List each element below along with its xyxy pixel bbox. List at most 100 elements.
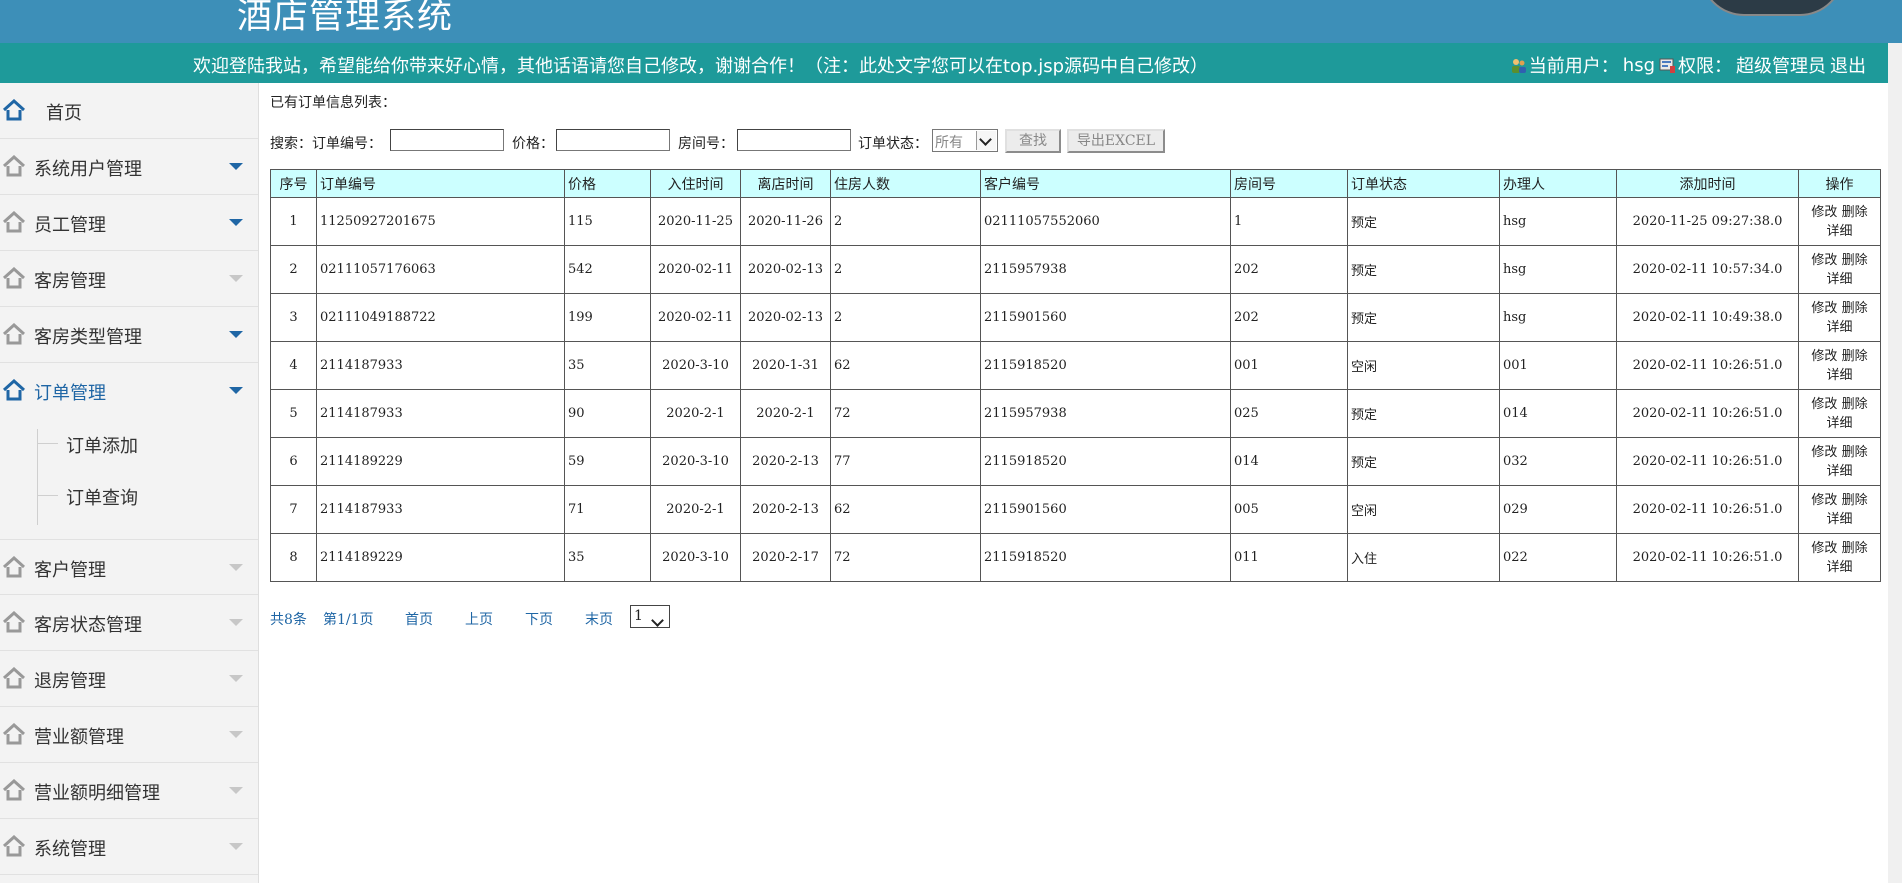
- cell-room-no: 005: [1230, 485, 1348, 534]
- col-header-guests: 住房人数: [830, 169, 981, 198]
- cell-customer-no: 2115957938: [980, 245, 1231, 294]
- col-header-index: 序号: [270, 169, 317, 198]
- sidebar-item-orders[interactable]: 订单管理: [0, 363, 258, 419]
- export-excel-button[interactable]: 导出EXCEL: [1067, 129, 1165, 153]
- find-button[interactable]: 查找: [1005, 129, 1061, 153]
- delete-link[interactable]: 删除: [1842, 541, 1868, 556]
- cell-index: 6: [270, 437, 317, 486]
- sidebar-item-label: 系统用户管理: [34, 159, 142, 180]
- edit-link[interactable]: 修改: [1811, 205, 1837, 220]
- pager-total: 共8条: [270, 612, 307, 628]
- edit-link[interactable]: 修改: [1811, 397, 1837, 412]
- detail-link[interactable]: 详细: [1826, 224, 1852, 239]
- submenu-item-order-query[interactable]: 订单查询: [38, 475, 258, 515]
- list-title: 已有订单信息列表：: [270, 95, 396, 111]
- sidebar-item-room-status[interactable]: 客房状态管理: [0, 595, 258, 651]
- pager-page-info: 第1/1页: [323, 612, 374, 628]
- logout-link[interactable]: 退出: [1830, 52, 1866, 78]
- table-row: 6 2114189229 59 2020-3-10 2020-2-13 77 2115918…: [270, 437, 1881, 486]
- detail-link[interactable]: 详细: [1826, 464, 1852, 479]
- edit-link[interactable]: 修改: [1811, 253, 1837, 268]
- sidebar-item-revenue[interactable]: 营业额管理: [0, 707, 258, 763]
- cell-room-no: 014: [1230, 437, 1348, 486]
- home-icon: [2, 835, 26, 857]
- detail-link[interactable]: 详细: [1826, 560, 1852, 575]
- edit-link[interactable]: 修改: [1811, 349, 1837, 364]
- cell-price: 35: [564, 341, 651, 390]
- search-order-no-label: 搜索：订单编号：: [270, 136, 382, 152]
- sidebar-item-customers[interactable]: 客户管理: [0, 539, 258, 595]
- pager-last-link[interactable]: 末页: [585, 609, 613, 629]
- page-select-value: 1: [634, 608, 643, 624]
- edit-link[interactable]: 修改: [1811, 301, 1837, 316]
- sidebar-item-label: 客房类型管理: [34, 327, 142, 348]
- delete-link[interactable]: 删除: [1842, 349, 1868, 364]
- cell-index: 2: [270, 245, 317, 294]
- chevron-down-icon: [229, 387, 243, 394]
- sidebar-item-label: 首页: [46, 103, 82, 124]
- cell-checkin: 2020-11-25: [650, 197, 741, 246]
- cell-added-time: 2020-02-11 10:49:38.0: [1616, 293, 1799, 342]
- col-header-customer-no: 客户编号: [980, 169, 1231, 198]
- detail-link[interactable]: 详细: [1826, 512, 1852, 527]
- price-label: 价格：: [512, 136, 554, 152]
- cell-price: 90: [564, 389, 651, 438]
- app-title: 酒店管理系统: [237, 0, 454, 37]
- detail-link[interactable]: 详细: [1826, 272, 1852, 287]
- cell-status: 预定: [1347, 389, 1500, 438]
- cell-price: 35: [564, 533, 651, 582]
- pager-next-link[interactable]: 下页: [525, 609, 553, 629]
- cell-checkout: 2020-1-31: [740, 341, 831, 390]
- scrollbar-gutter: [1888, 43, 1902, 883]
- order-status-select[interactable]: 所有: [932, 129, 998, 152]
- delete-link[interactable]: 删除: [1842, 205, 1868, 220]
- order-no-input[interactable]: [390, 129, 504, 151]
- home-icon: [2, 611, 26, 633]
- orders-table: 序号 订单编号 价格 入住时间 离店时间 住房人数 客户编号 房间号 订单状态 …: [270, 169, 1881, 582]
- edit-link[interactable]: 修改: [1811, 493, 1837, 508]
- cell-actions: 修改 删除详细: [1798, 485, 1881, 534]
- sidebar: 首页 系统用户管理 员工管理 客房管理 客房类型管理 订单管理 订单添加 订单查…: [0, 83, 259, 883]
- cell-customer-no: 2115918520: [980, 341, 1231, 390]
- cell-guests: 62: [830, 485, 981, 534]
- cell-order-no: 2114187933: [316, 389, 565, 438]
- current-user-label: 当前用户：: [1528, 56, 1619, 77]
- delete-link[interactable]: 删除: [1842, 493, 1868, 508]
- cell-added-time: 2020-11-25 09:27:38.0: [1616, 197, 1799, 246]
- cell-checkin: 2020-2-1: [650, 485, 741, 534]
- sidebar-item-system[interactable]: 系统管理: [0, 819, 258, 875]
- detail-link[interactable]: 详细: [1826, 368, 1852, 383]
- sidebar-item-home[interactable]: 首页: [0, 83, 258, 139]
- cell-customer-no: 2115957938: [980, 389, 1231, 438]
- pager-first-link[interactable]: 首页: [405, 609, 433, 629]
- detail-link[interactable]: 详细: [1826, 320, 1852, 335]
- delete-link[interactable]: 删除: [1842, 253, 1868, 268]
- price-input[interactable]: [556, 129, 670, 151]
- detail-link[interactable]: 详细: [1826, 416, 1852, 431]
- room-no-input[interactable]: [737, 129, 851, 151]
- cell-handler: hsg: [1499, 197, 1617, 246]
- cell-room-no: 202: [1230, 293, 1348, 342]
- cell-status: 预定: [1347, 245, 1500, 294]
- edit-link[interactable]: 修改: [1811, 445, 1837, 460]
- col-header-handler: 办理人: [1499, 169, 1617, 198]
- sidebar-item-checkout[interactable]: 退房管理: [0, 651, 258, 707]
- cell-guests: 2: [830, 197, 981, 246]
- cell-handler: 001: [1499, 341, 1617, 390]
- sidebar-item-employees[interactable]: 员工管理: [0, 195, 258, 251]
- sidebar-item-revenue-detail[interactable]: 营业额明细管理: [0, 763, 258, 819]
- delete-link[interactable]: 删除: [1842, 397, 1868, 412]
- page-select[interactable]: 1: [630, 605, 670, 628]
- chevron-down-icon: [229, 675, 243, 682]
- cell-index: 5: [270, 389, 317, 438]
- pager-prev-link[interactable]: 上页: [465, 609, 493, 629]
- cell-checkout: 2020-2-13: [740, 485, 831, 534]
- edit-link[interactable]: 修改: [1811, 541, 1837, 556]
- delete-link[interactable]: 删除: [1842, 445, 1868, 460]
- sidebar-item-system-users[interactable]: 系统用户管理: [0, 139, 258, 195]
- chevron-down-icon: [229, 843, 243, 850]
- sidebar-item-room-types[interactable]: 客房类型管理: [0, 307, 258, 363]
- sidebar-item-rooms[interactable]: 客房管理: [0, 251, 258, 307]
- delete-link[interactable]: 删除: [1842, 301, 1868, 316]
- submenu-item-order-add[interactable]: 订单添加: [38, 423, 258, 463]
